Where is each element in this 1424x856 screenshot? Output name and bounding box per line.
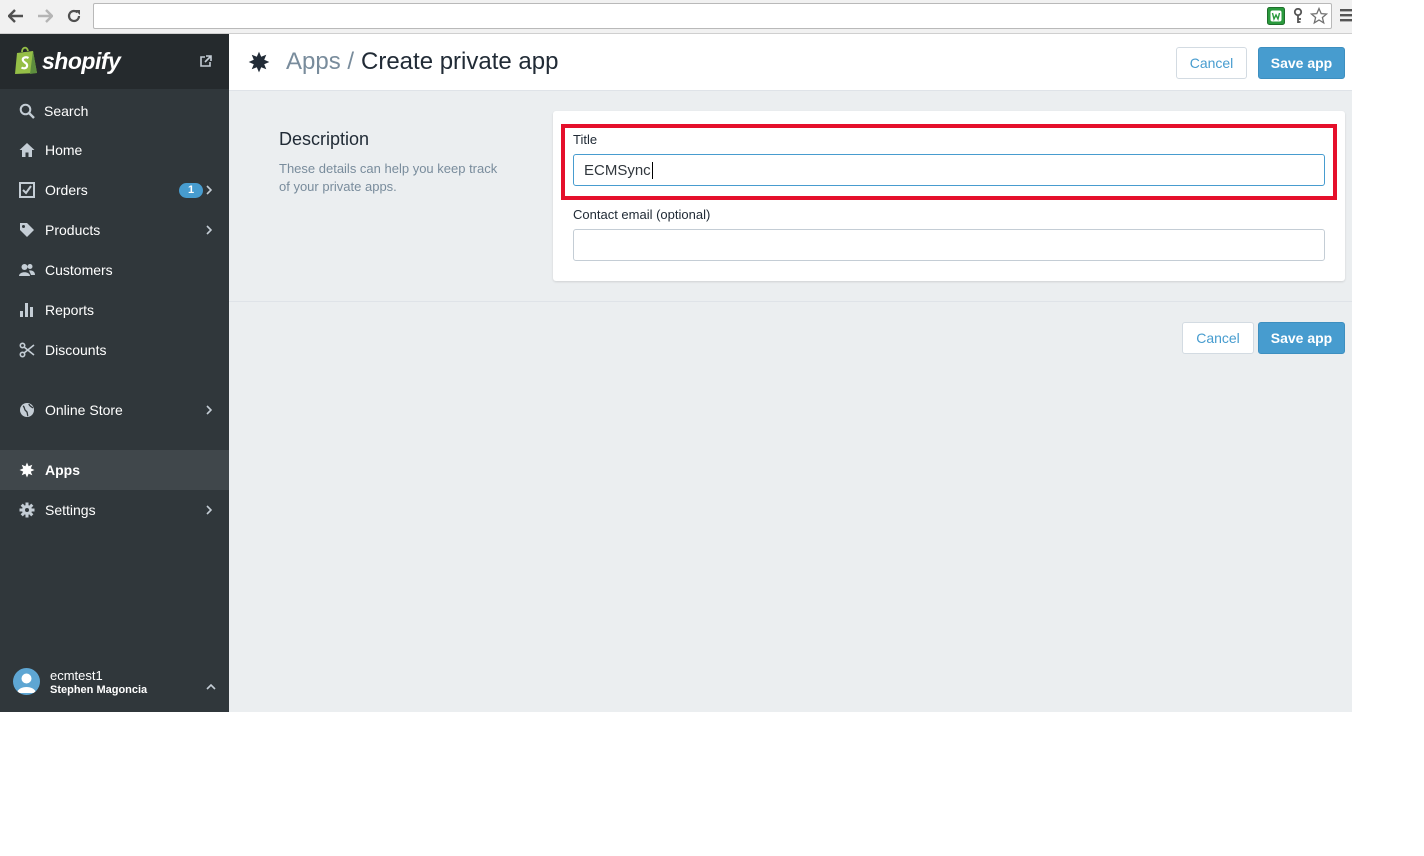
browser-toolbar (0, 0, 1352, 34)
email-label: Contact email (optional) (573, 207, 711, 222)
footer-cancel-button[interactable]: Cancel (1182, 322, 1254, 354)
back-arrow-icon[interactable] (6, 6, 26, 26)
sidebar-item-online-store[interactable]: Online Store (0, 390, 229, 430)
tag-icon (18, 221, 36, 239)
chevron-right-icon (206, 405, 216, 415)
reload-icon[interactable] (64, 6, 84, 26)
sidebar-item-label: Discounts (45, 342, 107, 358)
apps-puzzle-icon (248, 51, 270, 78)
sidebar-item-label: Customers (45, 262, 113, 278)
sidebar-item-orders[interactable]: Orders 1 (0, 170, 229, 210)
sidebar-item-label: Apps (45, 462, 80, 478)
breadcrumb[interactable]: Apps / (286, 48, 354, 76)
chrome-menu-icon[interactable] (1340, 8, 1354, 24)
sidebar-item-apps[interactable]: Apps (0, 450, 229, 490)
sidebar: shopify Search Home Orders 1 Products Cu… (0, 34, 229, 712)
chevron-right-icon (206, 505, 216, 515)
sidebar-item-label: Home (45, 142, 83, 158)
sidebar-item-label: Search (44, 103, 89, 119)
section-title: Description (279, 129, 370, 149)
sidebar-item-label: Products (45, 222, 101, 238)
puzzle-icon (18, 461, 36, 479)
scissors-icon (18, 341, 36, 359)
page-header: Apps / Create private app Cancel Save ap… (229, 34, 1352, 91)
sidebar-item-products[interactable]: Products (0, 210, 229, 250)
address-bar[interactable] (93, 3, 1332, 29)
title-field-highlight (561, 124, 1337, 200)
account-menu[interactable]: ecmtest1 Stephen Magoncia (0, 656, 229, 712)
sidebar-item-home[interactable]: Home (0, 130, 229, 170)
cancel-button[interactable]: Cancel (1176, 47, 1247, 79)
contact-email-input[interactable] (573, 229, 1325, 261)
chevron-up-icon (206, 677, 216, 695)
user-name: Stephen Magoncia (50, 684, 148, 696)
forward-arrow-icon[interactable] (35, 6, 55, 26)
globe-icon (18, 401, 36, 419)
extension-shield-icon[interactable] (1267, 7, 1285, 25)
star-icon[interactable] (1310, 7, 1328, 25)
shopify-logo-icon (13, 45, 39, 80)
sidebar-item-label: Online Store (45, 402, 123, 418)
page-title: Create private app (361, 48, 559, 75)
brand-bar: shopify (0, 34, 229, 89)
sidebar-item-label: Orders (45, 182, 88, 198)
external-link-icon[interactable] (199, 55, 212, 73)
sidebar-item-label: Settings (45, 502, 96, 518)
app-window: shopify Search Home Orders 1 Products Cu… (0, 34, 1352, 712)
avatar (13, 668, 40, 695)
section-divider (229, 301, 1352, 302)
bar-chart-icon (18, 301, 36, 319)
customers-icon (18, 261, 36, 279)
sidebar-item-discounts[interactable]: Discounts (0, 330, 229, 370)
footer-save-app-button[interactable]: Save app (1258, 322, 1345, 354)
section-description: These details can help you keep track of… (279, 161, 498, 194)
gear-icon (18, 501, 36, 519)
brand-name: shopify (42, 48, 121, 74)
chevron-right-icon (206, 185, 216, 195)
orders-count-badge: 1 (179, 182, 203, 198)
sidebar-item-label: Reports (45, 302, 95, 318)
orders-icon (18, 181, 36, 199)
sidebar-item-search[interactable]: Search (0, 91, 229, 131)
home-icon (18, 141, 36, 159)
search-icon (18, 102, 36, 120)
sidebar-item-reports[interactable]: Reports (0, 290, 229, 330)
chevron-right-icon (206, 225, 216, 235)
save-app-button[interactable]: Save app (1258, 47, 1345, 79)
store-name: ecmtest1 (50, 668, 103, 683)
key-icon[interactable] (1289, 7, 1307, 25)
sidebar-item-settings[interactable]: Settings (0, 490, 229, 530)
sidebar-item-customers[interactable]: Customers (0, 250, 229, 290)
